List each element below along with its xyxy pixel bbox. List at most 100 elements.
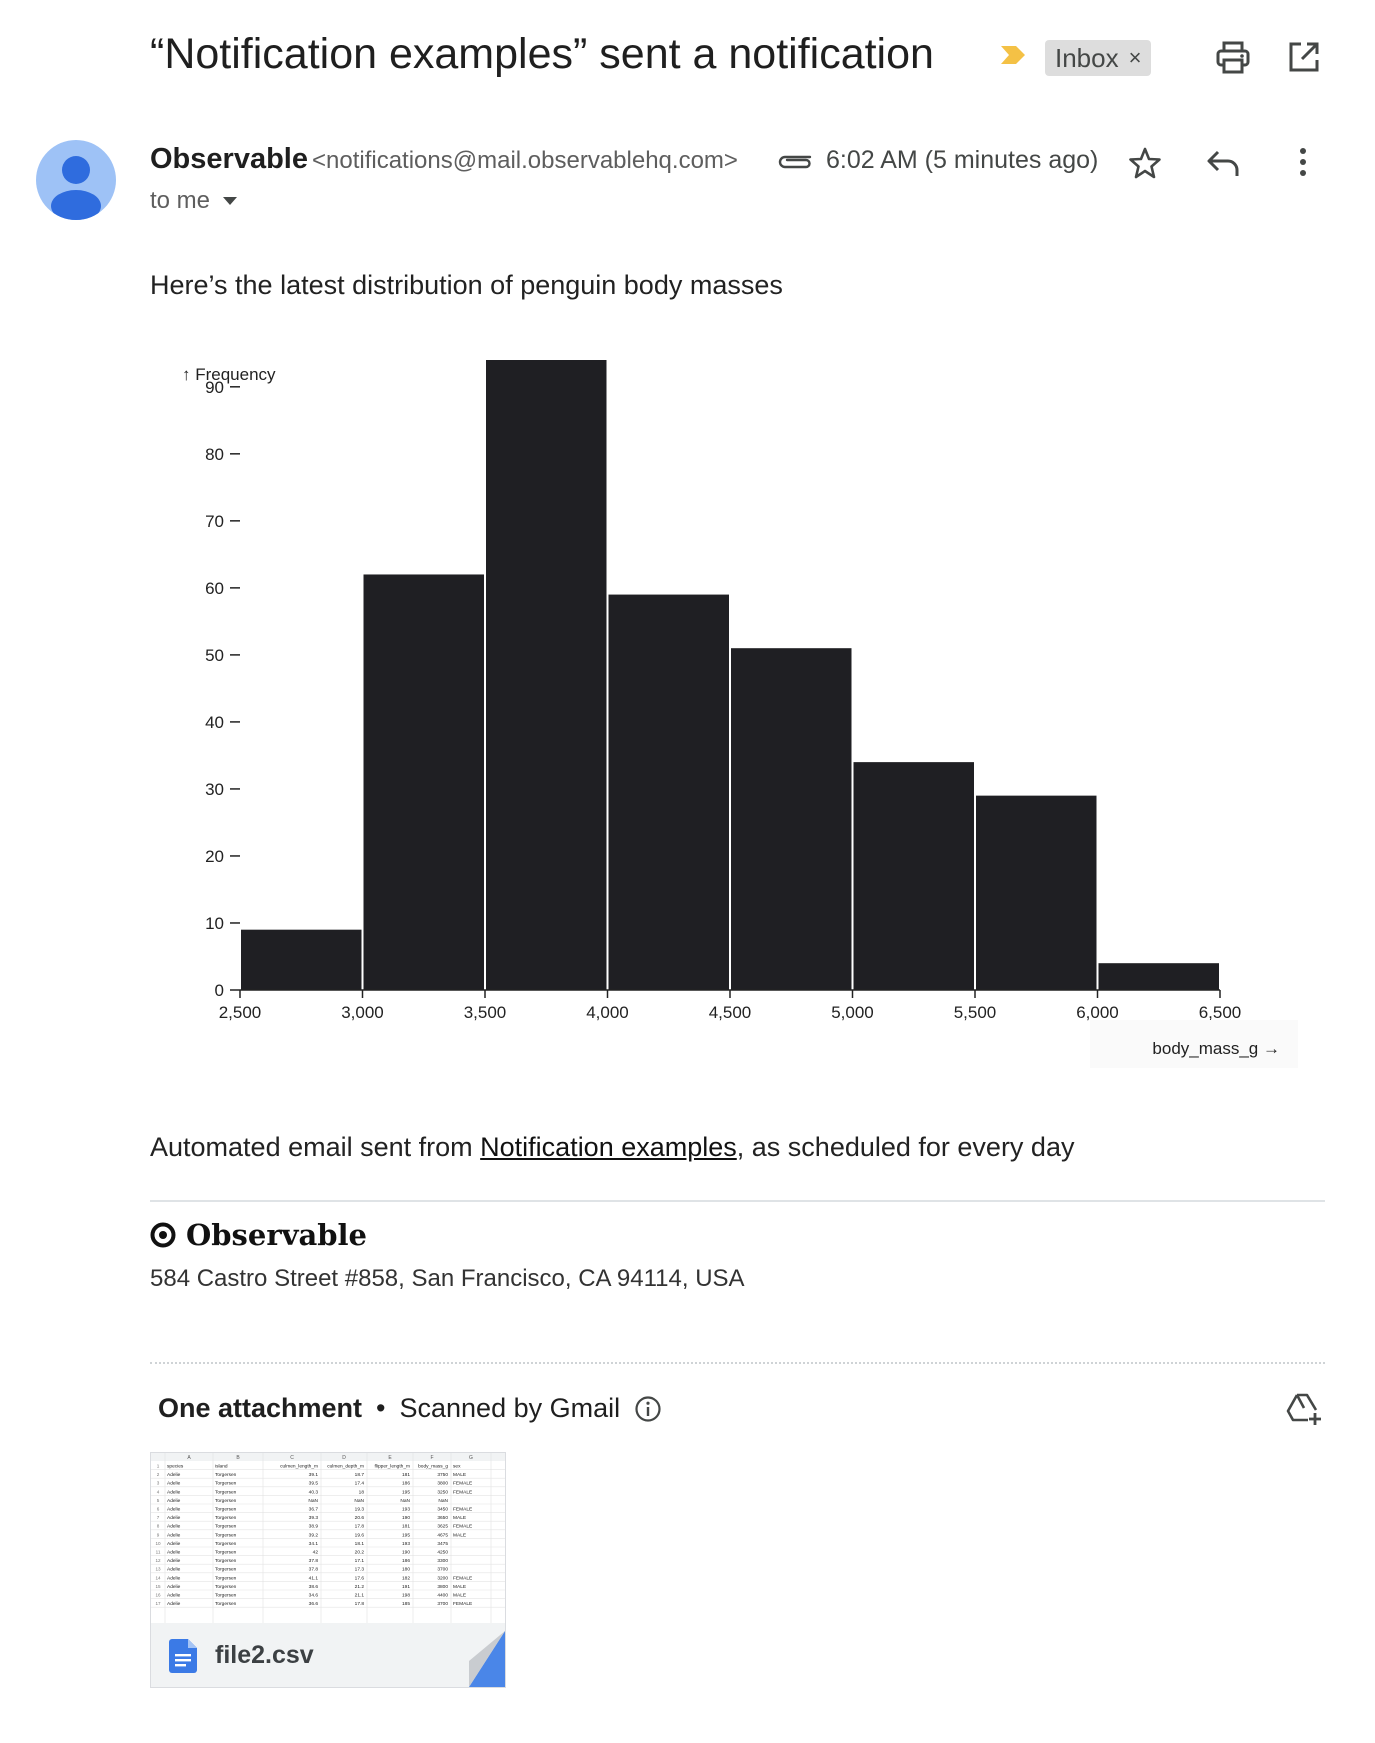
sheet-cell: body_mass_g <box>418 1464 448 1470</box>
sheet-cell: Torgersen <box>215 1567 237 1573</box>
sheet-cell: 3800 <box>437 1481 448 1487</box>
sheet-cell: 4250 <box>437 1550 448 1556</box>
y-tick-label: 30 <box>205 780 224 799</box>
sheet-cell: Torgersen <box>215 1550 237 1556</box>
sheet-cell: Torgersen <box>215 1515 237 1521</box>
x-tick-label: 3,500 <box>464 1003 507 1022</box>
sheet-cell: sex <box>453 1465 461 1470</box>
sheet-row-number: 10 <box>155 1541 161 1546</box>
sheet-cell: 181 <box>402 1524 410 1530</box>
remove-label-button[interactable]: × <box>1129 45 1142 71</box>
y-tick-label: 40 <box>205 713 224 732</box>
sheet-row-number: 5 <box>157 1498 160 1503</box>
y-tick-label: 80 <box>205 445 224 464</box>
sheet-cell: 18.1 <box>355 1541 365 1547</box>
more-vertical-icon[interactable] <box>1296 146 1310 178</box>
observable-brand[interactable]: Observable <box>150 1218 367 1252</box>
importance-marker-icon[interactable] <box>999 44 1027 66</box>
separator-dot: • <box>376 1393 386 1423</box>
sheet-cell: NaN <box>308 1498 318 1504</box>
sheet-cell: 21.1 <box>355 1593 365 1599</box>
sheet-cell: 18.7 <box>355 1472 365 1478</box>
star-icon[interactable] <box>1128 146 1162 180</box>
add-to-drive-icon[interactable] <box>1286 1392 1322 1426</box>
sheet-row-number: 15 <box>155 1584 161 1589</box>
histogram-bar <box>853 762 974 990</box>
attachment-file-name: file2.csv <box>215 1641 314 1669</box>
sender-avatar[interactable] <box>36 140 116 220</box>
y-axis-label: ↑ Frequency <box>182 365 276 384</box>
x-axis-label: body_mass_g → <box>1152 1039 1280 1058</box>
x-tick-label: 3,000 <box>341 1003 384 1022</box>
sheet-cell: 38.9 <box>309 1524 319 1530</box>
sheet-cell: MALE <box>453 1593 466 1599</box>
x-tick-label: 6,500 <box>1199 1003 1242 1022</box>
sheet-cell: 19.3 <box>355 1507 365 1513</box>
histogram-bar <box>608 594 729 990</box>
inbox-label-text: Inbox <box>1055 42 1119 73</box>
sheet-cell: 39.1 <box>309 1472 319 1478</box>
sheet-row-number: 9 <box>157 1532 160 1537</box>
sheet-cell: 3200 <box>437 1575 448 1581</box>
body-mass-histogram: 2,500 3,000 3,500 4,000 4,500 5,000 5,500 6,000… <box>182 360 1298 1068</box>
print-icon[interactable] <box>1215 40 1251 76</box>
attachment-card[interactable]: A B C D E F G 1 species island culmen_length_m culm… <box>150 1452 506 1688</box>
paperclip-icon <box>778 155 812 169</box>
recipient-details-toggle[interactable]: to me <box>150 187 238 215</box>
sheet-cell: 4675 <box>437 1532 448 1538</box>
sheet-cell: Torgersen <box>215 1541 237 1547</box>
message-time: 6:02 AM (5 minutes ago) <box>826 146 1099 174</box>
sheet-cell: 3450 <box>437 1507 448 1513</box>
sheet-cell: 34.6 <box>309 1593 319 1599</box>
sheet-cell: NaN <box>400 1498 410 1504</box>
sheet-row-number: 11 <box>156 1550 161 1555</box>
notification-examples-link[interactable]: Notification examples <box>480 1132 737 1162</box>
sheet-row-number: 7 <box>157 1515 160 1520</box>
y-tick-label: 20 <box>205 847 224 866</box>
sheet-cell: 18 <box>359 1489 365 1495</box>
sheet-cell: Torgersen <box>215 1498 237 1504</box>
sheet-column-header-bar <box>151 1453 505 1461</box>
sheet-row-number: 12 <box>155 1558 161 1563</box>
sheet-cell: Adelie <box>167 1472 181 1478</box>
sheet-row-number: 14 <box>155 1575 161 1580</box>
sheet-cell: Adelie <box>167 1558 181 1564</box>
sheet-row-number: 8 <box>157 1524 160 1529</box>
sheet-column-letter: G <box>469 1455 473 1461</box>
x-tick-label: 6,000 <box>1076 1003 1119 1022</box>
sheet-cell: 3625 <box>437 1524 448 1530</box>
attachment-count: One attachment <box>158 1393 363 1423</box>
sheet-cell: Torgersen <box>215 1507 237 1513</box>
sheet-cell: culmen_depth_m <box>327 1464 364 1470</box>
sheet-cell: Adelie <box>167 1601 181 1607</box>
page-corner-fold-icon <box>469 1631 505 1687</box>
sheet-cell: Adelie <box>167 1584 181 1590</box>
sender-name[interactable]: Observable <box>150 143 308 176</box>
sheet-cell: culmen_length_m <box>280 1464 318 1470</box>
sheet-cell: 193 <box>402 1541 410 1547</box>
sheet-cell: Adelie <box>167 1593 181 1599</box>
info-icon[interactable] <box>634 1395 662 1423</box>
attachments-divider <box>150 1362 1325 1364</box>
sheet-cell: 3700 <box>437 1601 448 1607</box>
sheet-cell: 17.6 <box>355 1575 365 1581</box>
sheet-cell: Torgersen <box>215 1593 237 1599</box>
sheet-cell: MALE <box>453 1515 466 1521</box>
email-intro-text: Here’s the latest distribution of pengui… <box>150 270 783 300</box>
brand-name: Observable <box>186 1218 367 1252</box>
sheet-cell: 181 <box>402 1472 410 1478</box>
person-icon <box>51 156 101 220</box>
x-tick-label: 5,500 <box>954 1003 997 1022</box>
histogram-bar <box>1098 963 1219 990</box>
sheet-cell: Torgersen <box>215 1558 237 1564</box>
sheet-row-number: 13 <box>155 1567 161 1572</box>
automation-note: Automated email sent from Notification e… <box>150 1132 1074 1163</box>
sheet-cell: 38.6 <box>309 1584 319 1590</box>
sheet-cell: 3650 <box>437 1515 448 1521</box>
reply-icon[interactable] <box>1206 148 1240 178</box>
sheet-cell: Adelie <box>167 1498 181 1504</box>
open-in-new-window-icon[interactable] <box>1287 40 1321 74</box>
y-tick-label: 0 <box>215 981 224 1000</box>
sheet-cell: 195 <box>402 1489 410 1495</box>
sheet-cell: FEMALE <box>453 1507 472 1513</box>
